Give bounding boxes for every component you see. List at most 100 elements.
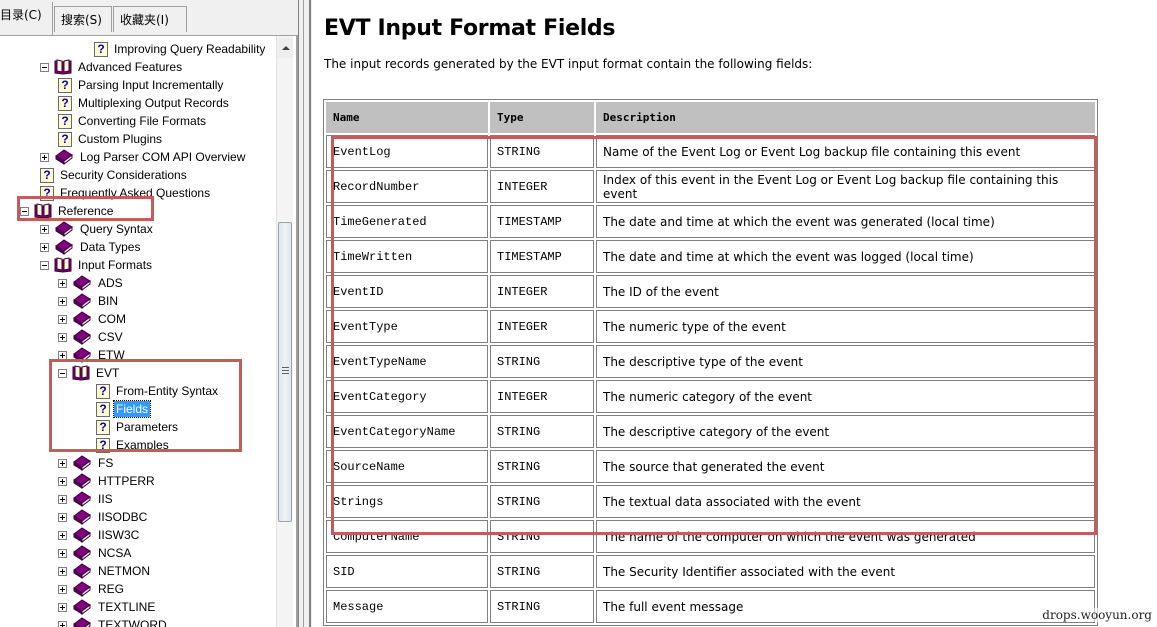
navigation-pane: 目录(C) 搜索(S) 收藏夹(I) ? Improving Query Read… [0,0,298,627]
tree-item[interactable]: Data Types [40,238,142,256]
tree-item-label[interactable]: Security Considerations [58,167,189,183]
tree-scrollbar[interactable] [276,36,293,627]
expand-icon[interactable] [40,242,49,252]
expand-icon[interactable] [58,314,67,324]
tree-item[interactable]: ? Fields [96,400,152,418]
tree-item-label[interactable]: EVT [94,365,121,381]
tree-item-label[interactable]: TEXTWORD [96,617,169,627]
tree-item[interactable]: BIN [58,292,120,310]
tree-item[interactable]: Query Syntax [40,220,155,238]
expand-icon[interactable] [58,350,67,360]
scroll-up-button[interactable] [277,38,293,58]
expand-icon[interactable] [58,332,67,342]
tree-item-label[interactable]: REG [96,581,126,597]
tree-item-label[interactable]: Frequently Asked Questions [58,185,212,201]
expand-icon[interactable] [58,548,67,558]
collapse-icon[interactable] [20,206,29,216]
tree-item-label[interactable]: Converting File Formats [76,113,208,129]
tree-item-label[interactable]: From-Entity Syntax [114,383,220,399]
tree-item[interactable]: Input Formats [40,256,154,274]
tree-item[interactable]: NCSA [58,544,133,562]
expand-icon[interactable] [58,584,67,594]
tree-item-label[interactable]: COM [96,311,128,327]
tree-item[interactable]: CSV [58,328,125,346]
expand-icon[interactable] [58,458,67,468]
tree-item-label[interactable]: NETMON [96,563,152,579]
expand-icon[interactable] [58,530,67,540]
tree-item[interactable]: NETMON [58,562,152,580]
tree-item[interactable]: HTTPERR [58,472,157,490]
tree-item-label[interactable]: Improving Query Readability [112,41,267,57]
expand-icon[interactable] [58,296,67,306]
tree-item-label[interactable]: IISW3C [96,527,141,543]
field-type-cell: STRING [490,520,594,553]
tree-item[interactable]: ? Security Considerations [40,166,189,184]
tree-item[interactable]: IISODBC [58,508,149,526]
tree-item-label[interactable]: Parsing Input Incrementally [76,77,225,93]
expand-icon[interactable] [58,620,67,627]
expand-icon[interactable] [58,278,67,288]
tree-item[interactable]: Log Parser COM API Overview [40,148,247,166]
tree-item[interactable]: Reference [20,202,115,220]
collapse-icon[interactable] [40,260,49,270]
tab-search[interactable]: 搜索(S) [54,6,112,32]
tree-item-label[interactable]: Fields [112,400,152,418]
tree-item[interactable]: ? From-Entity Syntax [96,382,220,400]
tree-item-label[interactable]: ETW [96,347,127,363]
tree-item[interactable]: ? Examples [96,436,171,454]
tree-item[interactable]: TEXTWORD [58,616,169,627]
tree-item-label[interactable]: Query Syntax [78,221,155,237]
tree-item-label[interactable]: Data Types [78,239,142,255]
tree-item[interactable]: TEXTLINE [58,598,157,616]
tree-item-label[interactable]: Advanced Features [76,59,184,75]
tree-item-label[interactable]: Custom Plugins [76,131,164,147]
tree-item-label[interactable]: TEXTLINE [96,599,157,615]
tree-item[interactable]: COM [58,310,128,328]
expand-icon[interactable] [40,224,49,234]
tree-item-label[interactable]: FS [96,455,115,471]
tree-item-label[interactable]: IIS [96,491,115,507]
collapse-icon[interactable] [40,62,49,72]
help-page-icon: ? [40,185,54,201]
tree-item[interactable]: REG [58,580,126,598]
tree-item[interactable]: ? Custom Plugins [58,130,164,148]
tree-item[interactable]: ? Improving Query Readability [94,40,267,58]
tree-item-label[interactable]: ADS [96,275,125,291]
tree-item[interactable]: ADS [58,274,125,292]
expand-icon[interactable] [58,566,67,576]
tree-item[interactable]: IISW3C [58,526,141,544]
tree-item-label[interactable]: Examples [114,437,171,453]
tree-item-label[interactable]: CSV [96,329,125,345]
tree-item-label[interactable]: HTTPERR [96,473,157,489]
collapse-icon[interactable] [58,368,67,378]
tree-item[interactable]: ? Parsing Input Incrementally [58,76,225,94]
tree-item[interactable]: FS [58,454,115,472]
tree-item-label[interactable]: Input Formats [76,257,154,273]
tree-item[interactable]: ? Converting File Formats [58,112,208,130]
tree-item-label[interactable]: BIN [96,293,120,309]
tree-item[interactable]: IIS [58,490,115,508]
table-row: RecordNumber INTEGER Index of this event i… [326,170,1095,203]
tree-item-label[interactable]: Multiplexing Output Records [76,95,231,111]
tree-item-label[interactable]: Log Parser COM API Overview [78,149,247,165]
scroll-thumb[interactable] [278,222,292,522]
tab-favorites[interactable]: 收藏夹(I) [113,6,187,32]
tree-item[interactable]: Advanced Features [40,58,184,76]
tree-item[interactable]: ETW [58,346,127,364]
expand-icon[interactable] [58,512,67,522]
tab-contents[interactable]: 目录(C) [0,2,53,35]
table-row: SID STRING The Security Identifier associa… [326,555,1095,588]
tree-item[interactable]: EVT [58,364,121,382]
expand-icon[interactable] [58,494,67,504]
expand-icon[interactable] [58,476,67,486]
pane-splitter[interactable] [298,0,312,627]
tree-item-label[interactable]: Reference [56,203,115,219]
tree-item[interactable]: ? Parameters [96,418,180,436]
tree-item[interactable]: ? Multiplexing Output Records [58,94,231,112]
tree-item[interactable]: ? Frequently Asked Questions [40,184,212,202]
tree-item-label[interactable]: Parameters [114,419,180,435]
tree-item-label[interactable]: IISODBC [96,509,149,525]
tree-item-label[interactable]: NCSA [96,545,133,561]
expand-icon[interactable] [40,152,49,162]
expand-icon[interactable] [58,602,67,612]
